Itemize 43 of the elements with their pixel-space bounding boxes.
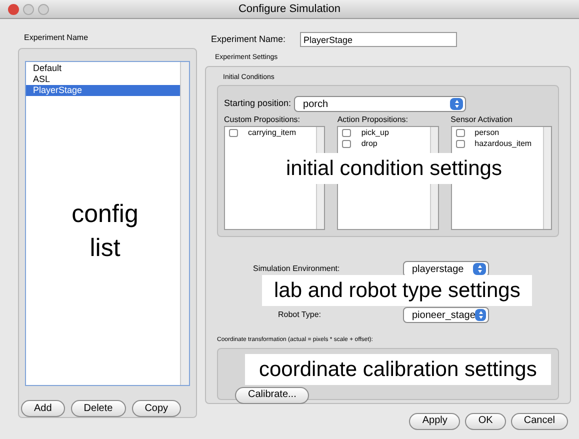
zoom-icon[interactable]: [38, 4, 49, 14]
checkbox-label: drop: [361, 138, 378, 150]
field-label: Experiment Name:: [211, 32, 286, 46]
window-title: Configure Simulation: [237, 2, 342, 17]
checkbox[interactable]: [229, 129, 238, 137]
stepper-icon: [475, 309, 486, 321]
checkbox-label: person: [474, 127, 500, 139]
minimize-icon[interactable]: [23, 4, 34, 14]
dropdown[interactable]: pioneer_stage: [403, 307, 489, 323]
list-title: Action Propositions:: [337, 114, 410, 126]
list-item[interactable]: Default: [26, 63, 180, 74]
scrollbar: [430, 184, 438, 229]
push-button[interactable]: Apply: [409, 412, 460, 430]
checkbox-label: carrying_item: [248, 127, 296, 139]
checkbox[interactable]: [342, 129, 352, 137]
push-button[interactable]: Delete: [70, 400, 126, 417]
annotation-label: config list: [70, 199, 140, 264]
name-field[interactable]: PlayerStage: [300, 32, 457, 47]
field-label: Simulation Environment:: [253, 263, 341, 275]
list-item[interactable]: ASL: [26, 74, 180, 85]
push-button[interactable]: OK: [465, 412, 506, 430]
stepper-icon: [450, 98, 464, 110]
list-title: Sensor Activation: [450, 114, 514, 126]
stepper-icon: [473, 263, 486, 275]
checkbox[interactable]: [456, 129, 465, 137]
dropdown[interactable]: porch: [294, 96, 466, 112]
close-icon[interactable]: [8, 4, 19, 14]
push-button[interactable]: Copy: [132, 400, 182, 417]
push-button[interactable]: Cancel: [510, 412, 568, 430]
field-label: Robot Type:: [277, 309, 322, 321]
push-button[interactable]: Calibrate...: [235, 386, 310, 404]
annotation-label: coordinate calibration settings: [245, 354, 551, 385]
list-item[interactable]: PlayerStage: [26, 85, 180, 96]
checkbox-label: hazardous_item: [474, 138, 532, 150]
scrollbar: [430, 127, 438, 153]
push-button[interactable]: Add: [21, 400, 65, 417]
checkbox[interactable]: [342, 140, 352, 148]
group-title: Experiment Name: [23, 32, 90, 44]
field-label: Starting position:: [224, 97, 292, 110]
list-title: Custom Propositions:: [224, 114, 302, 126]
checkbox[interactable]: [456, 140, 465, 148]
checkbox-label: pick_up: [361, 127, 389, 139]
annotation-label: lab and robot type settings: [262, 275, 532, 306]
